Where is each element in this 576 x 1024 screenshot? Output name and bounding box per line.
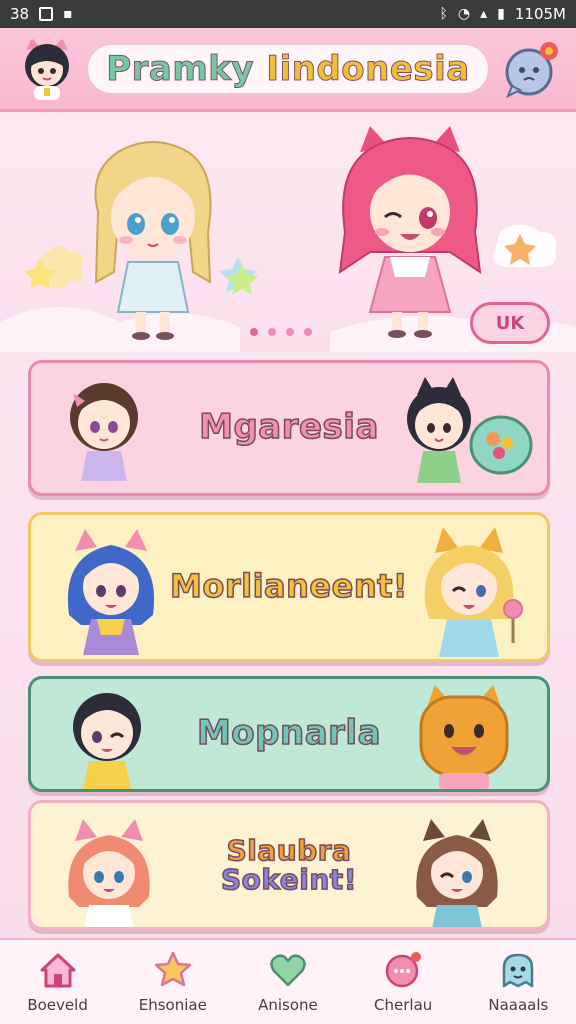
mascot-icon <box>503 953 534 988</box>
nav-label: Anisone <box>258 996 318 1014</box>
app-title: Pramky Iindonesia <box>88 44 488 93</box>
category-label-line-2: Sokeint! <box>220 863 357 896</box>
status-left-text: 38 <box>10 5 30 23</box>
fox-ear-girl-with-lollipop-illustration <box>424 527 523 657</box>
carousel-dot[interactable] <box>286 328 294 336</box>
wifi-icon: ◔ <box>457 6 471 22</box>
chat-mascot-icon[interactable] <box>502 40 560 98</box>
brown-hair-cat-ear-girl-illustration <box>416 819 498 927</box>
carousel-dot[interactable] <box>304 328 312 336</box>
signal-icon: ▴ <box>480 6 488 22</box>
blue-hair-girl-illustration <box>67 529 155 655</box>
bottom-navigation: Boeveld Ehsoniae Anisone Cherlau Naaaals <box>0 938 576 1024</box>
chat-bubble-icon <box>385 952 422 988</box>
heart-icon <box>270 954 306 987</box>
battery-icon: ▮ <box>497 6 505 22</box>
blonde-character-illustration <box>94 141 212 340</box>
status-bar: 38 ▪ ᛒ ◔ ▴ ▮ 1105M <box>0 0 576 28</box>
carousel-dot[interactable] <box>268 328 276 336</box>
region-button[interactable]: UK <box>470 302 550 344</box>
nav-item-favorites[interactable]: Ehsoniae <box>118 950 228 1014</box>
category-label-line-1: Slaubra <box>226 833 352 867</box>
cat-ear-girl-with-bowl-illustration <box>407 377 533 483</box>
avatar[interactable] <box>16 36 78 102</box>
status-time: 1105M <box>514 5 566 23</box>
carousel-indicator[interactable] <box>250 328 312 336</box>
category-label: Mgaresia <box>198 407 379 448</box>
nav-item-chat[interactable]: Cherlau <box>348 950 458 1014</box>
category-label: Morlianeent! <box>169 567 408 606</box>
category-card-2[interactable]: Morlianeent! <box>28 512 550 662</box>
nav-label: Naaaals <box>488 996 549 1014</box>
orange-cat-mascot-illustration <box>419 685 509 789</box>
coral-hair-girl-illustration <box>68 819 150 927</box>
nav-label: Ehsoniae <box>138 996 207 1014</box>
nav-label: Boeveld <box>27 996 88 1014</box>
app-notification-icon: ▪ <box>63 6 73 22</box>
carousel-dot[interactable] <box>250 328 258 336</box>
category-label: Mopnarla <box>196 713 382 754</box>
home-icon <box>40 953 76 988</box>
title-part-2: Iindonesia <box>266 48 470 89</box>
nav-item-likes[interactable]: Anisone <box>233 950 343 1014</box>
pink-hair-character-illustration <box>338 126 482 338</box>
app-header: Pramky Iindonesia <box>0 28 576 112</box>
title-part-1: Pramky <box>106 48 267 89</box>
bluetooth-icon: ᛒ <box>439 6 448 22</box>
star-icon <box>154 951 192 987</box>
category-card-1[interactable]: Mgaresia <box>28 360 550 496</box>
category-card-4[interactable]: Slaubra Sokeint! <box>28 800 550 930</box>
category-card-3[interactable]: Mopnarla <box>28 676 550 792</box>
notification-icon <box>39 7 54 21</box>
black-hair-girl-illustration <box>73 693 141 789</box>
nav-item-home[interactable]: Boeveld <box>3 950 113 1014</box>
category-label: Slaubra Sokeint! <box>220 833 357 896</box>
nav-item-notifications[interactable]: Naaaals <box>463 950 573 1014</box>
nav-label: Cherlau <box>374 996 433 1014</box>
brown-hair-girl-illustration <box>70 383 138 481</box>
